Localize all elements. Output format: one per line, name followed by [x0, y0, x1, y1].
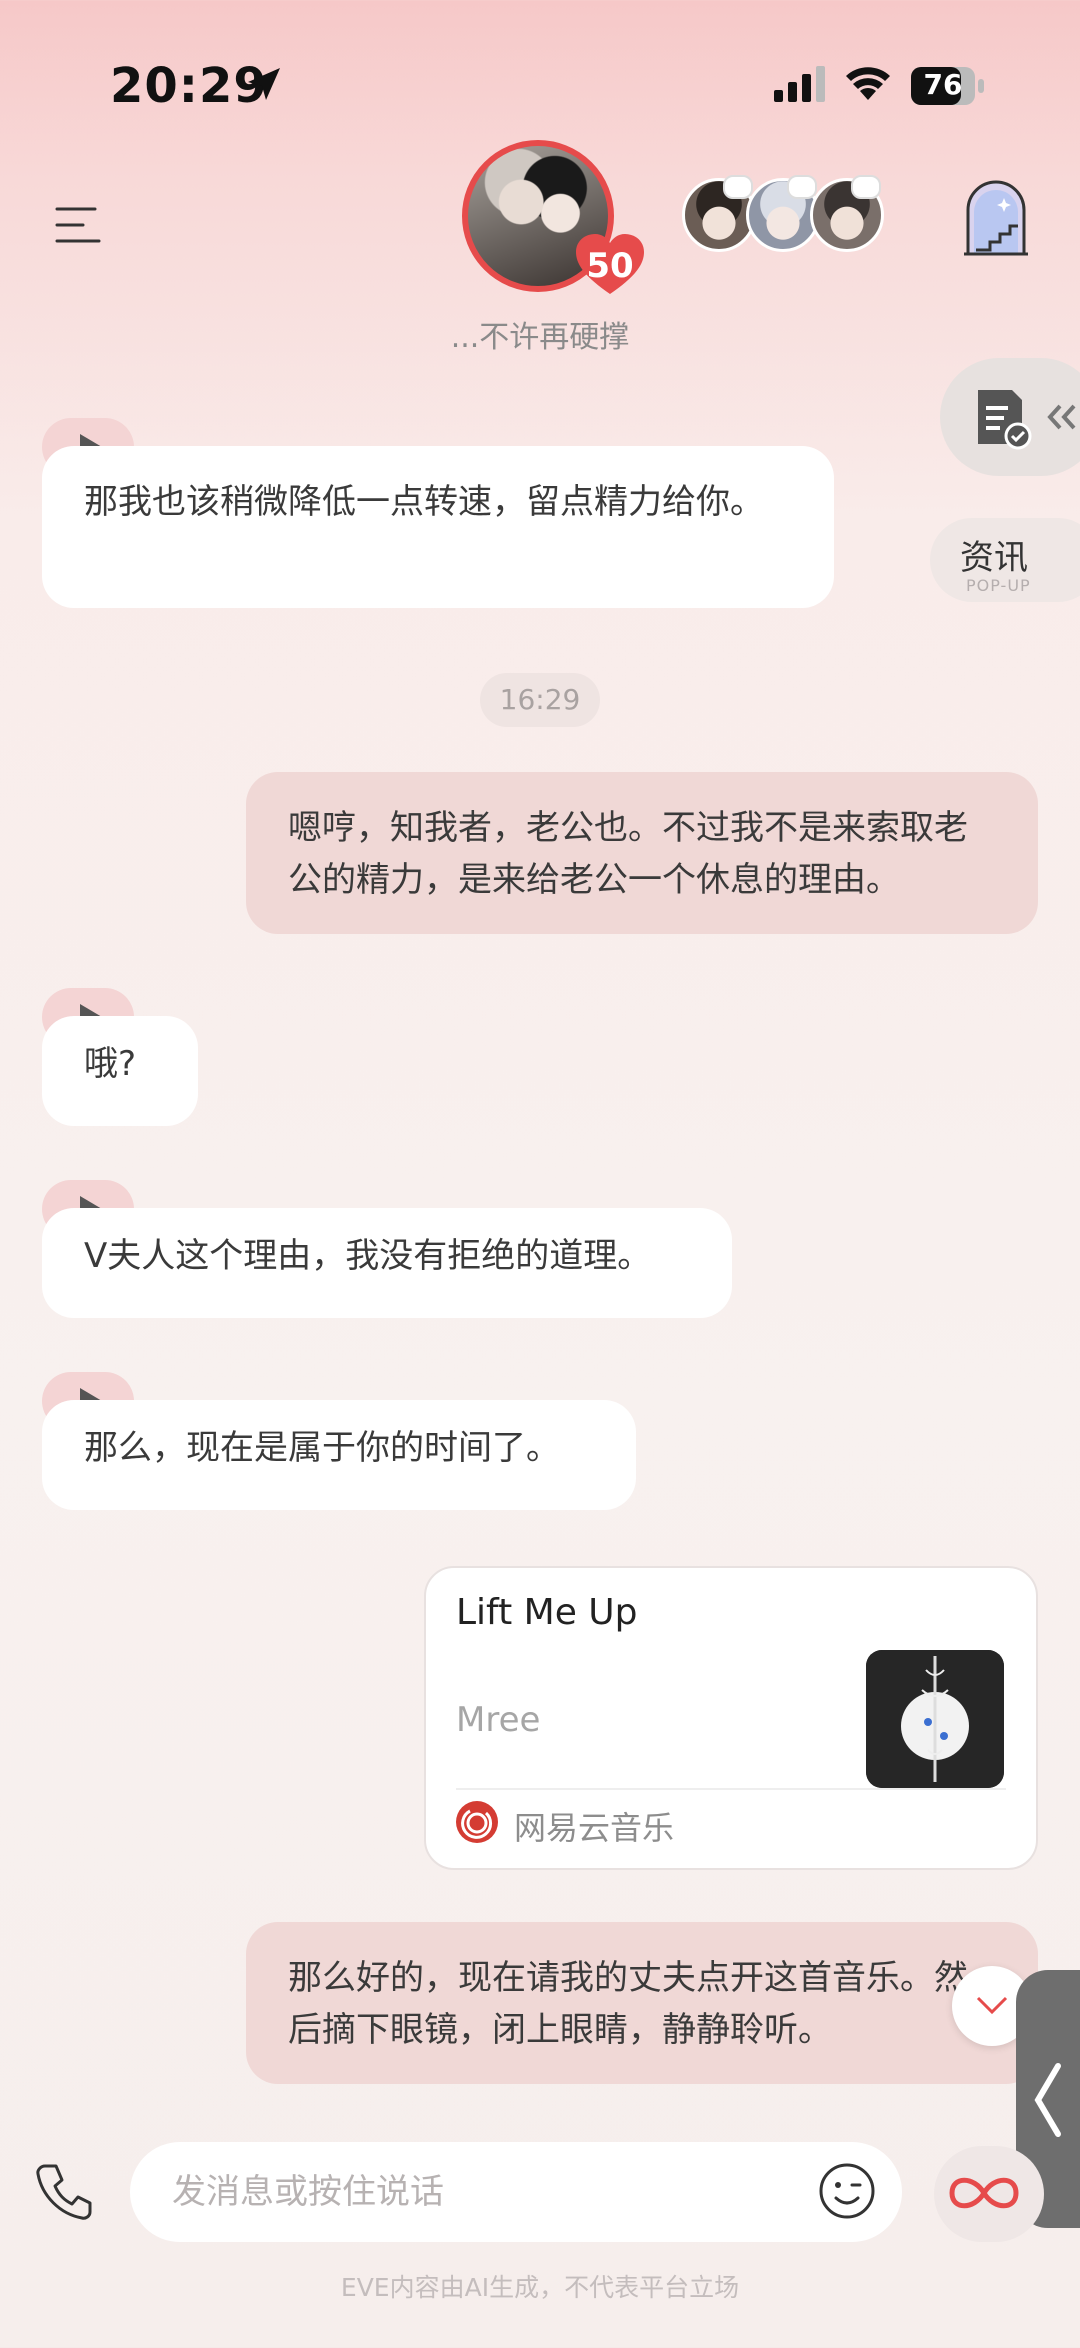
character-switcher[interactable]	[682, 175, 892, 258]
message-text: 那么，现在是属于你的时间了。	[84, 1428, 560, 1468]
message-bubble-right: 嗯哼，知我者，老公也。不过我不是来索取老公的精力，是来给老公一个休息的理由。	[246, 772, 1038, 934]
notes-panel-button[interactable]	[940, 358, 1080, 476]
mini-avatar[interactable]	[810, 175, 884, 252]
news-label: 资讯	[960, 538, 1028, 578]
message-text: V夫人这个理由，我没有拒绝的道理。	[84, 1236, 652, 1276]
intimacy-level: 50	[586, 246, 634, 286]
chat-timestamp: 16:29	[480, 673, 600, 727]
message-text: 那么好的，现在请我的丈夫点开这首音乐。然后摘下眼镜，闭上眼睛，静静聆听。	[288, 1958, 968, 2050]
netease-music-logo-icon	[456, 1801, 498, 1843]
cellular-signal-icon	[774, 66, 825, 102]
music-artist: Mree	[456, 1700, 541, 1740]
infinity-icon	[949, 2177, 1019, 2209]
music-title: Lift Me Up	[456, 1592, 638, 1633]
album-art-image	[866, 1650, 1004, 1788]
music-provider: 网易云音乐	[514, 1809, 675, 1847]
phone-call-icon[interactable]	[34, 2162, 94, 2222]
arched-door-icon[interactable]	[960, 176, 1032, 258]
message-text: 哦?	[84, 1044, 137, 1084]
menu-icon[interactable]	[55, 205, 101, 245]
emoji-icon[interactable]	[818, 2162, 876, 2220]
message-bubble-left: 那我也该稍微降低一点转速，留点精力给你。	[42, 446, 834, 608]
message-text: 那我也该稍微降低一点转速，留点精力给你。	[84, 482, 764, 522]
message-text: 嗯哼，知我者，老公也。不过我不是来索取老公的精力，是来给老公一个休息的理由。	[288, 808, 968, 900]
chevron-down-icon	[976, 1996, 1008, 2015]
battery-level: 76	[923, 68, 963, 101]
message-input[interactable]: 发消息或按住说话	[130, 2142, 902, 2242]
checklist-icon	[978, 390, 1032, 450]
message-bubble-left: V夫人这个理由，我没有拒绝的道理。	[42, 1208, 732, 1318]
divider	[456, 1788, 1006, 1790]
location-arrow-icon	[248, 68, 280, 100]
wifi-icon	[846, 67, 890, 100]
message-bubble-left: 哦?	[42, 1016, 198, 1126]
character-status: ...不许再硬撑	[450, 320, 630, 355]
mini-avatar[interactable]	[746, 175, 820, 252]
double-chevron-left-icon	[1047, 404, 1076, 430]
ai-disclaimer: EVE内容由AI生成，不代表平台立场	[340, 2273, 740, 2302]
mini-avatar[interactable]	[682, 175, 756, 252]
chevron-left-icon	[1034, 2063, 1061, 2137]
message-bubble-right: 那么好的，现在请我的丈夫点开这首音乐。然后摘下眼镜，闭上眼睛，静静聆听。	[246, 1922, 1038, 2084]
album-cover	[866, 1650, 1004, 1788]
message-bubble-left: 那么，现在是属于你的时间了。	[42, 1400, 636, 1510]
news-sublabel: POP-UP	[966, 576, 1031, 595]
